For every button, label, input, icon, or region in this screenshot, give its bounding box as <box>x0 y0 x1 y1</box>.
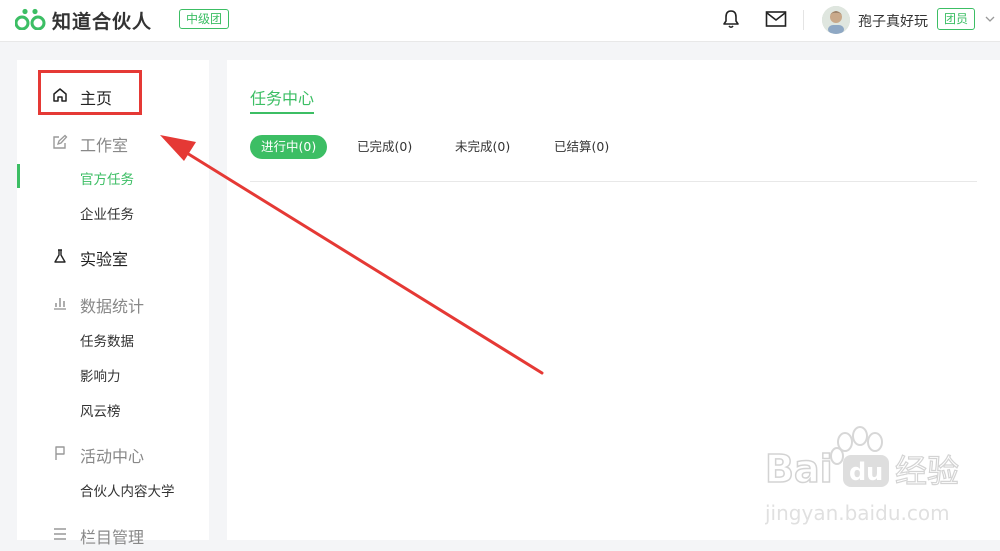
title-underline <box>250 112 314 114</box>
sidebar-item-lab[interactable]: 实验室 <box>17 239 209 273</box>
tab-completed[interactable]: 已完成(0) <box>357 135 412 159</box>
page-title[interactable]: 任务中心 <box>250 85 314 109</box>
sidebar-subitem-partner-university[interactable]: 合伙人内容大学 <box>80 480 175 500</box>
svg-text:经验: 经验 <box>895 452 959 490</box>
tab-in-progress[interactable]: 进行中(0) <box>250 135 328 159</box>
level-badge: 中级团 <box>179 9 230 29</box>
sidebar-item-stats[interactable]: 数据统计 <box>17 286 209 320</box>
flask-icon <box>54 249 66 263</box>
bar-chart-icon <box>54 298 66 310</box>
edit-icon <box>53 134 68 149</box>
sidebar-item-label: 实验室 <box>80 250 129 269</box>
logo-text[interactable]: 知道合伙人 <box>52 7 152 34</box>
tabs-divider <box>250 181 977 182</box>
avatar[interactable] <box>822 6 850 34</box>
sidebar-item-events[interactable]: 活动中心 <box>17 436 209 470</box>
sidebar-subitem-enterprise-tasks[interactable]: 企业任务 <box>80 203 134 223</box>
sidebar-item-column-manage[interactable]: 栏目管理 <box>17 517 209 551</box>
sidebar-subitem-task-data[interactable]: 任务数据 <box>80 330 134 350</box>
active-indicator <box>17 164 20 188</box>
column-icon <box>54 528 66 540</box>
username[interactable]: 孢子真好玩 <box>858 11 928 31</box>
annotation-highlight-box <box>38 70 142 115</box>
chevron-down-icon[interactable] <box>985 15 995 23</box>
header-divider <box>803 10 804 30</box>
sidebar-item-label: 活动中心 <box>80 447 145 466</box>
flag-icon <box>55 446 65 460</box>
sidebar-subitem-ranking[interactable]: 风云榜 <box>80 400 121 420</box>
svg-text:Bai: Bai <box>765 447 833 491</box>
sidebar-item-label: 工作室 <box>80 136 129 155</box>
sidebar-subitem-official-tasks[interactable]: 官方任务 <box>80 168 134 188</box>
svg-text:du: du <box>849 458 883 486</box>
tab-incomplete[interactable]: 未完成(0) <box>455 135 510 159</box>
tab-settled[interactable]: 已结算(0) <box>554 135 609 159</box>
baidu-jingyan-watermark: Bai du 经验 jingyan.baidu.com <box>765 426 960 525</box>
sidebar-item-label: 数据统计 <box>80 297 145 316</box>
sidebar-item-label: 栏目管理 <box>80 528 145 547</box>
sidebar: 主页 工作室 官方任务 企业任务 实验室 数据统计 任务数据 影响力 风云榜 活… <box>17 60 209 547</box>
bell-icon[interactable] <box>721 9 741 29</box>
mail-icon[interactable] <box>765 10 787 28</box>
sidebar-subitem-influence[interactable]: 影响力 <box>80 365 121 385</box>
svg-text:jingyan.baidu.com: jingyan.baidu.com <box>765 501 950 525</box>
top-bar: 知道合伙人 中级团 孢子真好玩 团员 <box>0 0 1000 42</box>
logo-icon[interactable] <box>15 8 47 30</box>
sidebar-item-studio[interactable]: 工作室 <box>17 125 209 159</box>
role-badge: 团员 <box>937 8 976 30</box>
